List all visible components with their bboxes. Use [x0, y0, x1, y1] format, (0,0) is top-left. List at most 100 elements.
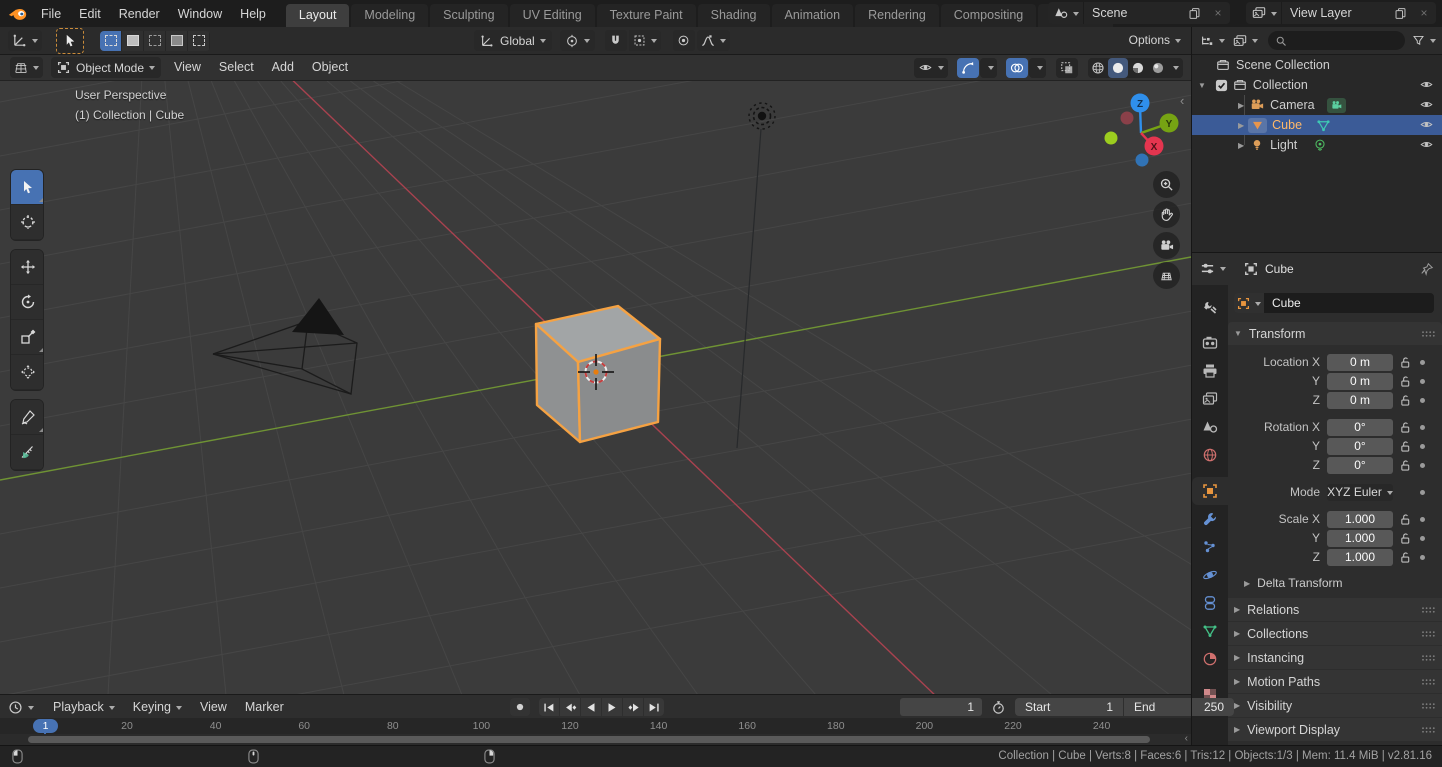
light-object[interactable] — [749, 103, 775, 129]
viewport-menu-add[interactable]: Add — [263, 55, 303, 80]
active-camera-data-badge[interactable] — [1327, 98, 1346, 113]
current-frame-field[interactable]: 1 — [900, 698, 982, 716]
snap-toggle-button[interactable] — [605, 30, 627, 51]
tool-select-box[interactable] — [11, 170, 44, 205]
frame-start-field[interactable]: Start 1 — [1015, 698, 1123, 716]
zoom-button[interactable] — [1153, 171, 1180, 198]
view-layer-remove-button[interactable]: × — [1412, 2, 1436, 24]
lock-icon[interactable] — [1400, 532, 1411, 545]
perspective-toggle-button[interactable] — [1153, 262, 1180, 289]
value-field[interactable]: 0° — [1327, 438, 1393, 455]
timeline-menu-marker[interactable]: Marker — [236, 695, 293, 719]
scene-browse-button[interactable] — [1048, 2, 1084, 24]
animate-dot[interactable] — [1420, 517, 1425, 522]
disclosure-triangle[interactable]: ▼ — [1198, 81, 1206, 90]
viewport-editor-type-button[interactable] — [10, 57, 43, 78]
play-reverse-button[interactable] — [581, 698, 602, 716]
viewport-menu-object[interactable]: Object — [303, 55, 357, 80]
tab-physics[interactable] — [1192, 561, 1228, 589]
playhead[interactable]: 1 — [33, 719, 58, 733]
lock-icon[interactable] — [1400, 394, 1411, 407]
workspace-tab-rendering[interactable]: Rendering — [855, 4, 939, 27]
camera-object[interactable] — [213, 298, 357, 394]
stopwatch-icon[interactable] — [991, 700, 1006, 715]
shading-rendered-button[interactable] — [1148, 58, 1168, 78]
grip-icon[interactable] — [1421, 330, 1436, 338]
menu-window[interactable]: Window — [169, 1, 231, 27]
hide-eye-toggle[interactable] — [1419, 78, 1434, 91]
workspace-tab-uv-editing[interactable]: UV Editing — [510, 4, 595, 27]
workspace-tab-shading[interactable]: Shading — [698, 4, 770, 27]
disclosure-triangle[interactable]: ▶ — [1238, 121, 1244, 130]
jump-to-end-button[interactable] — [644, 698, 664, 716]
tool-scale[interactable] — [11, 320, 44, 355]
timeline-menu-keying[interactable]: Keying — [124, 695, 191, 719]
shading-solid-button[interactable] — [1108, 58, 1128, 78]
navigation-gizmo[interactable]: Z Y X — [1093, 86, 1188, 181]
next-keyframe-button[interactable] — [623, 698, 644, 716]
lock-icon[interactable] — [1400, 356, 1411, 369]
grip-icon[interactable] — [1421, 702, 1436, 710]
animate-dot[interactable] — [1420, 379, 1425, 384]
viewport-3d[interactable]: User Perspective (1) Collection | Cube — [0, 81, 1191, 694]
editor-divider-vertical[interactable] — [1191, 27, 1192, 745]
tool-measure[interactable] — [11, 435, 44, 470]
outliner-row-cube[interactable]: ▶ Cube — [1192, 115, 1442, 135]
workspace-tab-texture-paint[interactable]: Texture Paint — [597, 4, 696, 27]
outliner-search-input[interactable] — [1268, 31, 1405, 50]
workspace-tab-animation[interactable]: Animation — [772, 4, 854, 27]
tab-constraints[interactable] — [1192, 589, 1228, 617]
shading-wireframe-button[interactable] — [1088, 58, 1108, 78]
tool-move[interactable] — [11, 250, 44, 285]
proportional-falloff-dropdown[interactable] — [697, 30, 730, 51]
snap-settings-dropdown[interactable] — [629, 30, 661, 51]
panel-visibility[interactable]: ▶Visibility — [1228, 694, 1442, 717]
disclosure-triangle[interactable]: ▶ — [1238, 101, 1244, 110]
menu-file[interactable]: File — [32, 1, 70, 27]
menu-help[interactable]: Help — [231, 1, 275, 27]
timeline-ruler[interactable]: 20406080100120140160180200220240 1 — [0, 718, 1191, 734]
play-button[interactable] — [602, 698, 623, 716]
grip-icon[interactable] — [1421, 630, 1436, 638]
gizmo-z-neg[interactable] — [1136, 154, 1149, 167]
value-field[interactable]: 1.000 — [1327, 511, 1393, 528]
timeline-scrollbar[interactable] — [28, 736, 1150, 743]
workspace-tab-compositing[interactable]: Compositing — [941, 4, 1036, 27]
auto-keying-record-button[interactable] — [510, 698, 531, 716]
properties-editor-type-button[interactable] — [1200, 261, 1226, 276]
gizmo-dropdown[interactable] — [980, 58, 997, 78]
outliner-row-camera[interactable]: ▶ Camera — [1192, 95, 1442, 115]
value-field[interactable]: 1.000 — [1327, 530, 1393, 547]
animate-dot[interactable] — [1420, 463, 1425, 468]
value-field[interactable]: 0° — [1327, 419, 1393, 436]
grip-icon[interactable] — [1421, 726, 1436, 734]
tool-annotate[interactable] — [11, 400, 44, 435]
gizmo-x-neg[interactable] — [1121, 112, 1134, 125]
tab-scene[interactable] — [1192, 413, 1228, 441]
outliner-display-mode-dropdown[interactable] — [1200, 34, 1225, 48]
region-expand-arrow[interactable]: ‹ — [1185, 733, 1188, 744]
tab-output[interactable] — [1192, 357, 1228, 385]
collection-checkbox[interactable] — [1215, 79, 1228, 92]
value-field[interactable]: 0 m — [1327, 392, 1393, 409]
menu-render[interactable]: Render — [110, 1, 169, 27]
animate-dot[interactable] — [1420, 398, 1425, 403]
outliner-row-light[interactable]: ▶ Light — [1192, 135, 1442, 155]
animate-dot[interactable] — [1420, 444, 1425, 449]
options-dropdown[interactable]: Options — [1129, 33, 1181, 47]
select-mode-subtract[interactable] — [144, 31, 166, 51]
select-mode-invert[interactable] — [166, 31, 188, 51]
viewport-menu-select[interactable]: Select — [210, 55, 263, 80]
tool-cursor[interactable] — [11, 205, 44, 240]
editor-type-button[interactable] — [8, 30, 42, 51]
lock-icon[interactable] — [1400, 459, 1411, 472]
tab-particles[interactable] — [1192, 533, 1228, 561]
value-field[interactable]: 0 m — [1327, 354, 1393, 371]
grip-icon[interactable] — [1421, 606, 1436, 614]
lock-icon[interactable] — [1400, 421, 1411, 434]
grip-icon[interactable] — [1421, 678, 1436, 686]
proportional-editing-toggle[interactable] — [673, 30, 695, 51]
hide-eye-toggle[interactable] — [1419, 138, 1434, 151]
scene-name[interactable]: Scene — [1084, 6, 1182, 20]
gizmo-y-neg[interactable] — [1105, 132, 1118, 145]
